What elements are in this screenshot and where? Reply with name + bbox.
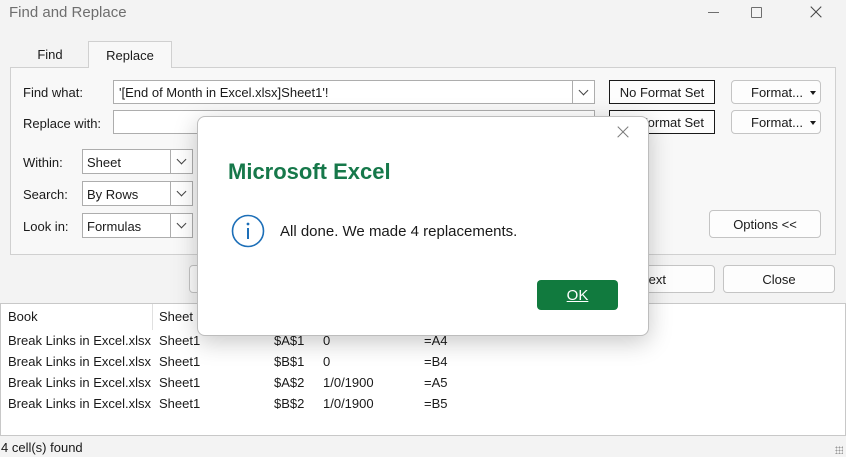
find-format-preview: No Format Set bbox=[609, 80, 715, 104]
replace-format-label: Format... bbox=[751, 114, 804, 130]
cell-book: Break Links in Excel.xlsx bbox=[8, 354, 152, 369]
info-icon bbox=[231, 214, 265, 248]
dialog-title: Microsoft Excel bbox=[228, 159, 391, 184]
cell-sheet: Sheet1 bbox=[159, 396, 201, 411]
chevron-down-icon bbox=[176, 186, 187, 197]
cell-value: 1/0/1900 bbox=[323, 375, 374, 390]
caret-down-icon bbox=[810, 121, 816, 125]
cell-formula: =B4 bbox=[424, 354, 448, 369]
chevron-down-icon bbox=[176, 154, 187, 165]
within-select[interactable]: Sheet bbox=[82, 149, 193, 174]
dialog-close-button[interactable] bbox=[617, 126, 629, 138]
options-button[interactable]: Options << bbox=[709, 210, 821, 238]
caret-down-icon bbox=[810, 91, 816, 95]
within-value: Sheet bbox=[87, 155, 121, 170]
chevron-down-icon bbox=[578, 85, 589, 95]
column-header-book[interactable]: Book bbox=[8, 309, 38, 324]
cell-address: $A$2 bbox=[274, 375, 305, 390]
cell-sheet: Sheet1 bbox=[159, 375, 201, 390]
replace-with-label: Replace with: bbox=[23, 116, 102, 131]
maximize-button[interactable] bbox=[744, 0, 768, 24]
find-format-label: Format... bbox=[751, 84, 804, 100]
dialog-message: All done. We made 4 replacements. bbox=[280, 223, 518, 240]
table-row[interactable]: Break Links in Excel.xlsx Sheet1 $A$2 1/… bbox=[1, 372, 845, 393]
cell-formula: =B5 bbox=[424, 396, 448, 411]
window-close-button[interactable] bbox=[804, 0, 828, 24]
search-select[interactable]: By Rows bbox=[82, 181, 193, 206]
search-dropdown[interactable] bbox=[170, 182, 192, 205]
table-row[interactable]: Break Links in Excel.xlsx Sheet1 $B$1 0 … bbox=[1, 351, 845, 372]
look-in-value: Formulas bbox=[87, 219, 142, 234]
look-in-label: Look in: bbox=[23, 219, 69, 234]
message-dialog: Microsoft Excel All done. We made 4 repl… bbox=[197, 116, 649, 336]
minimize-button[interactable] bbox=[701, 0, 725, 24]
maximize-icon bbox=[750, 6, 762, 18]
tab-find[interactable]: Find bbox=[14, 41, 86, 68]
close-button[interactable]: Close bbox=[723, 265, 835, 293]
cell-sheet: Sheet1 bbox=[159, 333, 201, 348]
column-divider[interactable] bbox=[152, 304, 153, 330]
column-header-sheet[interactable]: Sheet bbox=[159, 309, 193, 324]
cell-address: $B$2 bbox=[274, 396, 305, 411]
within-dropdown[interactable] bbox=[170, 150, 192, 173]
cell-value: 1/0/1900 bbox=[323, 396, 374, 411]
find-what-dropdown[interactable] bbox=[572, 81, 594, 103]
resize-grip-icon[interactable] bbox=[835, 446, 843, 454]
within-label: Within: bbox=[23, 155, 63, 170]
find-what-value: '[End of Month in Excel.xlsx]Sheet1'! bbox=[119, 85, 329, 100]
cell-formula: =A5 bbox=[424, 375, 448, 390]
find-what-label: Find what: bbox=[23, 85, 83, 100]
cell-value: 0 bbox=[323, 354, 331, 369]
table-row[interactable]: Break Links in Excel.xlsx Sheet1 $B$2 1/… bbox=[1, 393, 845, 414]
ok-label: OK bbox=[566, 286, 589, 304]
cell-book: Break Links in Excel.xlsx bbox=[8, 333, 152, 348]
find-what-input[interactable]: '[End of Month in Excel.xlsx]Sheet1'! bbox=[113, 80, 595, 104]
search-value: By Rows bbox=[87, 187, 139, 202]
close-icon bbox=[617, 126, 629, 138]
cell-address: $B$1 bbox=[274, 354, 305, 369]
look-in-dropdown[interactable] bbox=[170, 214, 192, 237]
status-text: 4 cell(s) found bbox=[1, 440, 83, 455]
chevron-down-icon bbox=[176, 218, 187, 229]
look-in-select[interactable]: Formulas bbox=[82, 213, 193, 238]
minimize-icon bbox=[707, 11, 719, 13]
tab-replace[interactable]: Replace bbox=[88, 41, 172, 68]
cell-sheet: Sheet1 bbox=[159, 354, 201, 369]
ok-button[interactable]: OK bbox=[537, 280, 618, 310]
find-format-button[interactable]: Format... bbox=[731, 80, 821, 104]
replace-format-button[interactable]: Format... bbox=[731, 110, 821, 134]
cell-book: Break Links in Excel.xlsx bbox=[8, 375, 152, 390]
search-label: Search: bbox=[23, 187, 68, 202]
cell-book: Break Links in Excel.xlsx bbox=[8, 396, 152, 411]
window-title: Find and Replace bbox=[9, 4, 127, 21]
close-icon bbox=[810, 6, 822, 18]
